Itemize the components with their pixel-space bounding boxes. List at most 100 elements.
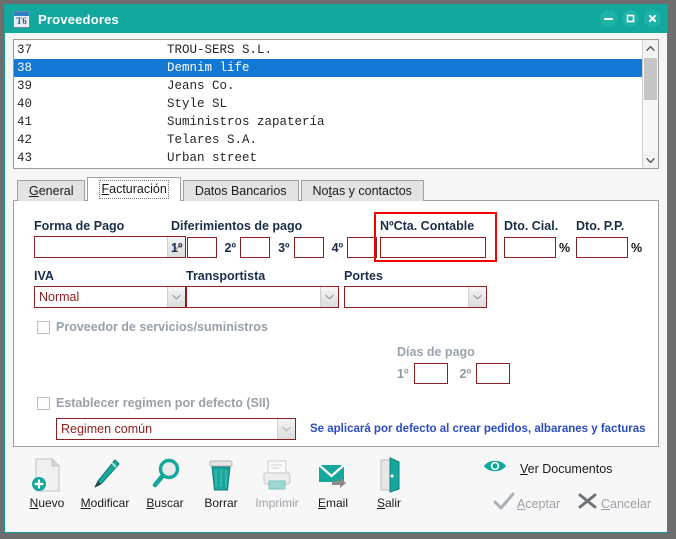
minimize-button[interactable] [600,10,617,27]
ordinal-input[interactable] [347,237,378,258]
facturacion-panel: Forma de Pago Diferimientos de pago 1º 2º… [13,200,659,447]
exit-door-icon [372,455,406,493]
borrar-label: Borrar [204,496,238,510]
new-document-icon [30,455,64,493]
aceptar-button[interactable]: Aceptar [493,491,560,516]
proveedor-servicios-checkbox[interactable] [37,320,50,334]
magnifier-icon [148,455,182,493]
list-item[interactable]: 42 Telares S.A. [14,131,642,149]
tab-label: General [29,184,74,198]
list-item[interactable]: 37 TROU-SERS S.L. [14,41,642,59]
diferimientos-group: Diferimientos de pago 1º 2º 3º 4º [171,219,378,258]
dto-cial-suffix: % [559,240,571,255]
sii-regimen-combo[interactable]: Regimen común [56,418,296,440]
email-label: Email [317,496,349,510]
transportista-combo[interactable] [186,286,339,308]
cuenta-contable-input[interactable] [380,237,486,258]
portes-group: Portes [344,269,487,308]
list-scrollbar[interactable] [642,40,658,168]
salir-label: Salir [376,496,402,510]
proveedor-servicios-label: Proveedor de servicios/suministros [56,320,268,334]
nuevo-label: Nuevo [29,496,65,510]
chevron-down-icon [167,287,185,307]
list-item-name: Demnim life [167,61,250,75]
list-item-id: 40 [17,97,33,111]
dto-pp-label: Dto. P.P. [576,219,625,233]
pen-icon [88,455,122,493]
portes-combo[interactable] [344,286,487,308]
ordinal-label: 1º [171,240,183,255]
tab-label: Datos Bancarios [194,184,287,198]
ver-documentos-button[interactable]: Ver Documentos [482,457,612,480]
cancelar-label: Cancelar [601,496,652,511]
tab-datos-bancarios[interactable]: Datos Bancarios [182,180,299,201]
forma-de-pago-value [35,237,167,257]
tab-facturaci-n[interactable]: Facturación [87,177,181,201]
ver-documentos-label: Ver Documentos [520,461,613,476]
maximize-button[interactable] [622,10,639,27]
close-button[interactable] [644,10,661,27]
chevron-down-icon [468,287,486,307]
dto-pp-group: Dto. P.P. % [576,219,642,258]
scroll-up-button[interactable] [643,40,658,56]
sii-row[interactable]: Establecer regimen por defecto (SII) [37,396,270,410]
portes-label: Portes [344,269,383,283]
dto-pp-input[interactable] [576,237,628,258]
suppliers-list-body[interactable]: 37 TROU-SERS S.L. 38 Demnim life 39 Jeans Co.… [14,40,642,168]
scroll-thumb[interactable] [644,58,657,100]
buscar-label: Buscar [146,496,184,510]
trash-icon [204,455,238,493]
ordinal-label: 3º [278,240,290,255]
list-item-name: Suministros zapatería [167,115,325,129]
cuenta-contable-group: NºCta. Contable [380,219,486,258]
buscar-button[interactable]: Buscar [135,455,195,510]
dias-de-pago-label: Días de pago [397,345,475,359]
list-item-id: 39 [17,79,33,93]
list-item[interactable]: 38 Demnim life [14,59,642,77]
tabstrip: General Facturación Datos Bancarios Notas y… [13,177,659,201]
tab-general[interactable]: General [17,180,86,201]
scroll-track[interactable] [643,56,658,152]
scroll-down-button[interactable] [643,152,658,168]
window-titlebar: T6 Proveedores [5,5,667,33]
dias-de-pago-inputs: 1º 2º [397,363,511,384]
ordinal-input[interactable] [413,363,448,384]
list-item-name: Urban street [167,151,258,165]
list-item[interactable]: 39 Jeans Co. [14,77,642,95]
ordinal-input[interactable] [293,237,324,258]
iva-label: IVA [34,269,54,283]
sii-label: Establecer regimen por defecto (SII) [56,396,270,410]
suppliers-list: 37 TROU-SERS S.L. 38 Demnim life 39 Jeans Co.… [13,39,659,169]
ordinal-input[interactable] [240,237,271,258]
list-item[interactable]: 41 Suministros zapatería [14,113,642,131]
diferimientos-label: Diferimientos de pago [171,219,303,233]
tab-label: Notas y contactos [312,184,412,198]
modificar-label: Modificar [80,496,130,510]
list-item-name: Style SL [167,97,228,111]
list-item[interactable]: 40 Style SL [14,95,642,113]
tab-label: Facturación [99,180,169,199]
list-item-id: 37 [17,43,33,57]
modificar-button[interactable]: Modificar [75,455,135,510]
salir-button[interactable]: Salir [359,455,419,510]
email-button[interactable]: Email [303,455,363,510]
list-item[interactable]: 43 Urban street [14,149,642,167]
printer-icon [260,455,294,493]
imprimir-label: Imprimir [255,496,299,510]
tab-notas-y-contactos[interactable]: Notas y contactos [300,180,424,201]
ordinal-input[interactable] [186,237,217,258]
diferimientos-inputs: 1º 2º 3º 4º [171,237,378,258]
dto-cial-input[interactable] [504,237,556,258]
cancelar-button[interactable]: Cancelar [577,491,651,516]
ordinal-input[interactable] [476,363,511,384]
iva-combo[interactable]: Normal [34,286,186,308]
nuevo-button[interactable]: Nuevo [17,455,77,510]
sii-checkbox[interactable] [37,396,50,410]
proveedor-servicios-row[interactable]: Proveedor de servicios/suministros [37,320,268,334]
borrar-button[interactable]: Borrar [191,455,251,510]
dias-de-pago-group: Días de pago 1º 2º [397,345,511,384]
imprimir-button[interactable]: Imprimir [247,455,307,510]
forma-de-pago-combo[interactable] [34,236,186,258]
list-item-name: Telares S.A. [167,133,258,147]
cuenta-contable-label: NºCta. Contable [380,219,475,233]
